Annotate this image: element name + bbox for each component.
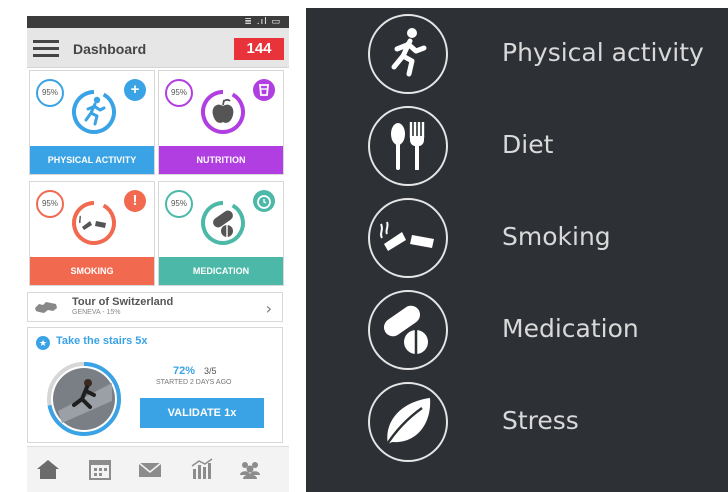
tour-progress-row[interactable]: Tour of Switzerland GENEVA - 15% › xyxy=(27,292,283,322)
points-badge[interactable]: 144 xyxy=(234,38,284,60)
hamburger-menu-icon[interactable] xyxy=(33,40,59,58)
running-person-icon xyxy=(368,14,448,94)
tile-label: MEDICATION xyxy=(159,257,283,285)
phone-screen: ≣ .ıl ▭ Dashboard 144 95% + PHYSICAL ACT… xyxy=(27,0,289,492)
tile-label: SMOKING xyxy=(30,257,154,285)
tile-label: NUTRITION xyxy=(159,146,283,174)
legend-row-diet: Diet xyxy=(306,100,728,192)
alarm-clock-icon[interactable] xyxy=(253,190,275,212)
spoon-fork-icon xyxy=(368,106,448,186)
home-icon[interactable] xyxy=(35,457,61,481)
percent-badge: 95% xyxy=(36,190,64,218)
challenge-percent: 72% xyxy=(173,365,196,377)
tour-name: Tour of Switzerland xyxy=(72,296,174,308)
legend-row-smoking: Smoking xyxy=(306,192,728,284)
legend-label: Stress xyxy=(502,406,579,435)
mail-icon[interactable] xyxy=(137,457,163,481)
plus-icon[interactable]: + xyxy=(124,79,146,101)
chevron-right-icon[interactable]: › xyxy=(266,299,272,318)
challenge-title: Take the stairs 5x xyxy=(56,335,148,347)
challenge-card: ★ Take the stairs 5x 72% 3/5 STARTED 2 D… xyxy=(27,327,283,443)
cup-icon[interactable] xyxy=(253,79,275,101)
bottom-nav xyxy=(27,446,289,492)
switzerland-map-icon xyxy=(35,302,57,313)
percent-badge: 95% xyxy=(165,79,193,107)
tile-medication[interactable]: 95% MEDICATION xyxy=(158,181,284,286)
star-icon: ★ xyxy=(36,336,50,350)
challenge-fraction: 3/5 xyxy=(204,366,217,376)
stats-icon[interactable] xyxy=(189,457,215,481)
pills-icon xyxy=(201,201,245,245)
challenge-started: STARTED 2 DAYS AGO xyxy=(156,379,232,386)
broken-cigarette-icon xyxy=(72,201,116,245)
calendar-icon[interactable] xyxy=(87,457,113,481)
tour-subtitle: GENEVA - 15% xyxy=(72,309,121,316)
alert-icon[interactable]: ! xyxy=(124,190,146,212)
app-header: Dashboard 144 xyxy=(27,28,289,68)
signal-battery-icons: ≣ .ıl ▭ xyxy=(244,17,281,27)
running-person-icon xyxy=(72,90,116,134)
apple-icon xyxy=(201,90,245,134)
tile-nutrition[interactable]: 95% NUTRITION xyxy=(158,70,284,175)
legend-row-stress: Stress xyxy=(306,376,728,468)
tile-physical-activity[interactable]: 95% + PHYSICAL ACTIVITY xyxy=(29,70,155,175)
category-legend-panel: Physical activity Diet Smoking Medicatio… xyxy=(306,8,728,492)
legend-label: Physical activity xyxy=(502,38,704,67)
challenge-photo-progress xyxy=(47,362,121,436)
legend-label: Smoking xyxy=(502,222,611,251)
tile-smoking[interactable]: 95% ! SMOKING xyxy=(29,181,155,286)
percent-badge: 95% xyxy=(36,79,64,107)
validate-button[interactable]: VALIDATE 1x xyxy=(140,398,264,428)
legend-label: Medication xyxy=(502,314,639,343)
broken-cigarette-icon xyxy=(368,198,448,278)
legend-row-medication: Medication xyxy=(306,284,728,376)
page-title: Dashboard xyxy=(73,41,147,57)
community-icon[interactable] xyxy=(237,457,263,481)
percent-badge: 95% xyxy=(165,190,193,218)
status-bar: ≣ .ıl ▭ xyxy=(27,16,289,28)
leaf-icon xyxy=(368,382,448,462)
tile-label: PHYSICAL ACTIVITY xyxy=(30,146,154,174)
legend-label: Diet xyxy=(502,130,554,159)
legend-row-physical-activity: Physical activity xyxy=(306,8,728,100)
pills-icon xyxy=(368,290,448,370)
